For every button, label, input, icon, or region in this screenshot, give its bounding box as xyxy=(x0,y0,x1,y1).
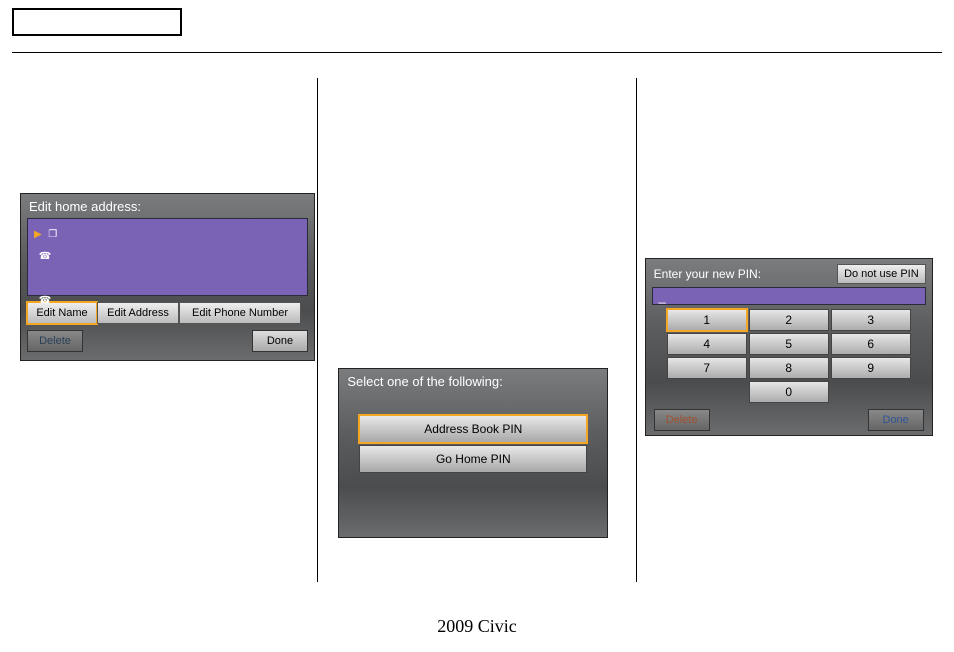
delete-button[interactable]: Delete xyxy=(654,409,710,431)
pin-cursor: _ xyxy=(659,289,666,304)
cursor-indicator-icon: ▶ xyxy=(34,229,42,240)
keypad-6[interactable]: 6 xyxy=(831,333,911,355)
phone-icon: ☎ xyxy=(38,251,52,262)
home-row-blank xyxy=(34,267,301,289)
screen3-title: Enter your new PIN: xyxy=(654,267,761,281)
do-not-use-pin-button[interactable]: Do not use PIN xyxy=(837,264,926,284)
horizontal-rule xyxy=(12,52,942,53)
keypad-9[interactable]: 9 xyxy=(831,357,911,379)
home-row-address[interactable]: ☎ xyxy=(34,245,301,267)
keypad-2[interactable]: 2 xyxy=(749,309,829,331)
column-2: Select one of the following: Address Boo… xyxy=(318,68,635,592)
column-1: Edit home address: ▶ ❐ ☎ ☎ xyxy=(0,68,317,592)
keypad-7[interactable]: 7 xyxy=(667,357,747,379)
columns-container: Edit home address: ▶ ❐ ☎ ☎ xyxy=(0,68,954,592)
home-row-phone[interactable]: ☎ xyxy=(34,289,301,311)
column-3: Enter your new PIN: Do not use PIN _ 1 2… xyxy=(637,68,954,592)
keypad-0[interactable]: 0 xyxy=(749,381,829,403)
phone-icon: ☎ xyxy=(38,295,52,306)
screen-enter-pin: Enter your new PIN: Do not use PIN _ 1 2… xyxy=(645,258,933,436)
footer-text: 2009 Civic xyxy=(0,616,954,637)
screen1-bottom-row: Delete Done xyxy=(27,330,308,352)
numeric-keypad: 1 2 3 4 5 6 7 8 9 0 xyxy=(664,309,914,403)
keypad-1[interactable]: 1 xyxy=(667,309,747,331)
keypad-8[interactable]: 8 xyxy=(749,357,829,379)
tag-icon: ❐ xyxy=(46,229,60,240)
screen-select-pin-type: Select one of the following: Address Boo… xyxy=(338,368,608,538)
pin-type-list: Address Book PIN Go Home PIN xyxy=(359,415,587,473)
address-book-pin-button[interactable]: Address Book PIN xyxy=(359,415,587,443)
screen3-bottom-row: Delete Done xyxy=(654,409,924,431)
screen3-title-row: Enter your new PIN: Do not use PIN xyxy=(646,259,932,287)
pin-entry-field[interactable]: _ xyxy=(652,287,926,305)
screen1-title: Edit home address: xyxy=(21,194,314,218)
delete-button[interactable]: Delete xyxy=(27,330,83,352)
screen-edit-home: Edit home address: ▶ ❐ ☎ ☎ xyxy=(20,193,315,361)
home-row-name[interactable]: ▶ ❐ xyxy=(34,223,301,245)
keypad-3[interactable]: 3 xyxy=(831,309,911,331)
top-text-box xyxy=(12,8,182,36)
keypad-4[interactable]: 4 xyxy=(667,333,747,355)
home-fields-area: ▶ ❐ ☎ ☎ xyxy=(27,218,308,296)
screen2-title: Select one of the following: xyxy=(339,369,607,393)
go-home-pin-button[interactable]: Go Home PIN xyxy=(359,445,587,473)
keypad-5[interactable]: 5 xyxy=(749,333,829,355)
done-button[interactable]: Done xyxy=(868,409,924,431)
done-button[interactable]: Done xyxy=(252,330,308,352)
